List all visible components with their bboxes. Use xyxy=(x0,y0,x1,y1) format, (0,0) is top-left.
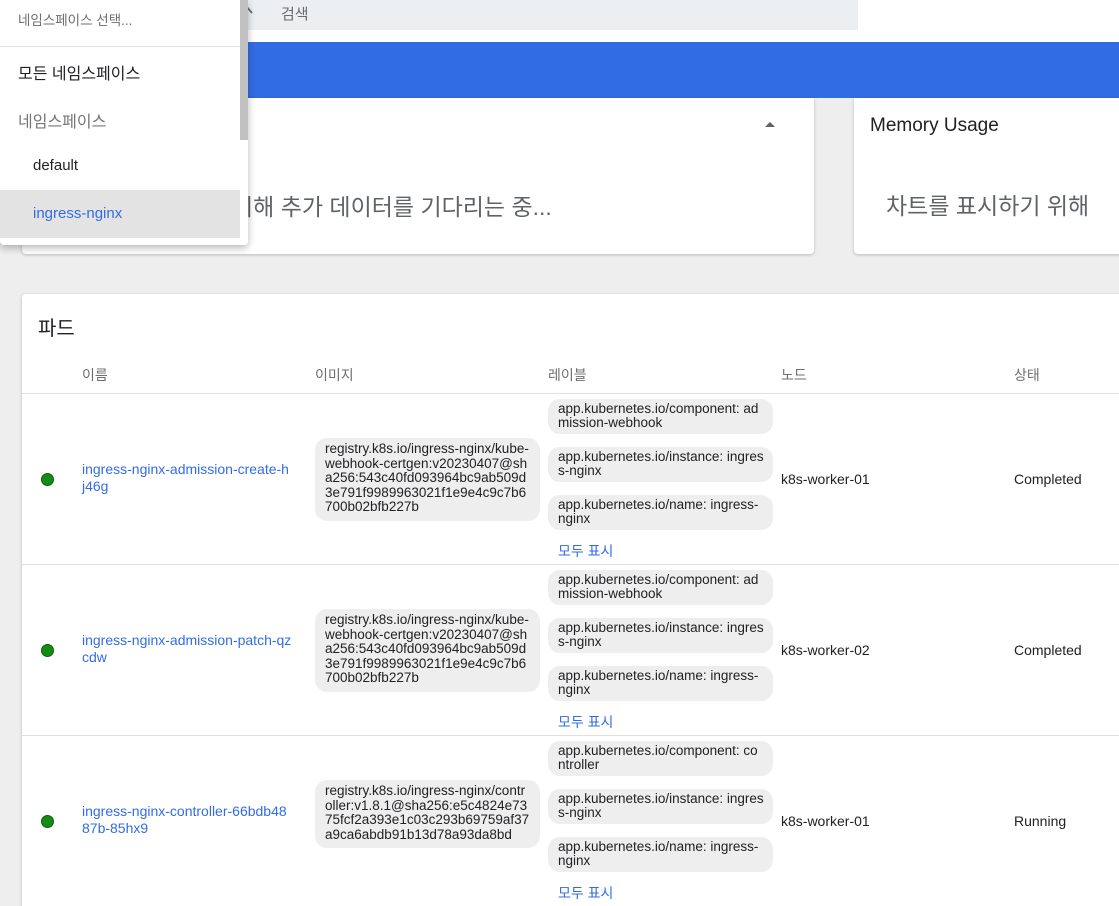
namespace-option-default[interactable]: default xyxy=(0,142,240,190)
dropdown-scrollbar-thumb[interactable] xyxy=(240,0,248,140)
dropdown-divider xyxy=(0,46,240,47)
column-header-labels: 레이블 xyxy=(548,367,587,383)
search-input[interactable]: 검색 xyxy=(281,3,309,24)
pods-title: 파드 xyxy=(38,318,75,340)
namespace-filter-input[interactable]: 네임스페이스 선택... xyxy=(18,9,132,29)
label-chip: app.kubernetes.io/component: controller xyxy=(548,741,773,776)
label-chip: app.kubernetes.io/component: admission-w… xyxy=(548,570,773,605)
show-all-labels-link[interactable]: 모두 표시 xyxy=(558,541,613,561)
memory-waiting-text: 차트를 표시하기 위해 xyxy=(886,193,1090,219)
status-ok-icon xyxy=(41,815,54,828)
pod-status: Completed xyxy=(1014,642,1082,658)
pods-card: 파드 이름 이미지 레이블 노드 상태 ingress-nginx-admiss… xyxy=(22,294,1119,906)
label-chip: app.kubernetes.io/instance: ingress-ngin… xyxy=(548,618,773,653)
collapse-icon[interactable] xyxy=(764,120,776,128)
image-chip: registry.k8s.io/ingress-nginx/kube-webho… xyxy=(315,609,540,692)
show-all-labels-link[interactable]: 모두 표시 xyxy=(558,712,613,732)
label-chip: app.kubernetes.io/name: ingress-nginx xyxy=(548,495,773,530)
table-row: ingress-nginx-controller-66bdb4887b-85hx… xyxy=(22,736,1119,906)
label-chip: app.kubernetes.io/name: ingress-nginx xyxy=(548,837,773,872)
node-link[interactable]: k8s-worker-01 xyxy=(781,471,870,487)
column-header-node[interactable]: 노드 xyxy=(781,365,807,385)
show-all-labels-link[interactable]: 모두 표시 xyxy=(558,883,613,903)
image-chip: registry.k8s.io/ingress-nginx/controller… xyxy=(315,780,540,848)
column-header-status[interactable]: 상태 xyxy=(1014,365,1040,385)
label-chip: app.kubernetes.io/name: ingress-nginx xyxy=(548,666,773,701)
pod-name-link[interactable]: ingress-nginx-admission-patch-qzcdw xyxy=(82,632,292,666)
pod-name-link[interactable]: ingress-nginx-controller-66bdb4887b-85hx… xyxy=(82,803,292,837)
status-ok-icon xyxy=(41,473,54,486)
pod-name-link[interactable]: ingress-nginx-admission-create-hj46g xyxy=(82,461,292,495)
memory-usage-card: Memory Usage 차트를 표시하기 위해 xyxy=(854,98,1119,254)
search-box[interactable] xyxy=(242,0,858,30)
namespace-dropdown: 네임스페이스 선택... 모든 네임스페이스 네임스페이스 default in… xyxy=(0,0,248,245)
node-link[interactable]: k8s-worker-02 xyxy=(781,642,870,658)
memory-card-title: Memory Usage xyxy=(870,115,999,136)
namespace-option-all[interactable]: 모든 네임스페이스 xyxy=(18,60,140,84)
label-chip: app.kubernetes.io/instance: ingress-ngin… xyxy=(548,789,773,824)
cpu-waiting-text: 위해 추가 데이터를 기다리는 중... xyxy=(232,194,552,220)
node-link[interactable]: k8s-worker-01 xyxy=(781,813,870,829)
table-row: ingress-nginx-admission-create-hj46g reg… xyxy=(22,394,1119,565)
column-header-name[interactable]: 이름 xyxy=(82,365,108,385)
status-ok-icon xyxy=(41,644,54,657)
namespace-option-ingress-nginx[interactable]: ingress-nginx xyxy=(0,190,240,238)
column-header-image: 이미지 xyxy=(315,367,354,383)
namespace-group-label: 네임스페이스 xyxy=(18,114,107,131)
pod-status: Completed xyxy=(1014,471,1082,487)
pod-status: Running xyxy=(1014,813,1067,829)
table-row: ingress-nginx-admission-patch-qzcdw regi… xyxy=(22,565,1119,736)
label-chip: app.kubernetes.io/instance: ingress-ngin… xyxy=(548,447,773,482)
image-chip: registry.k8s.io/ingress-nginx/kube-webho… xyxy=(315,438,540,521)
label-chip: app.kubernetes.io/component: admission-w… xyxy=(548,399,773,434)
